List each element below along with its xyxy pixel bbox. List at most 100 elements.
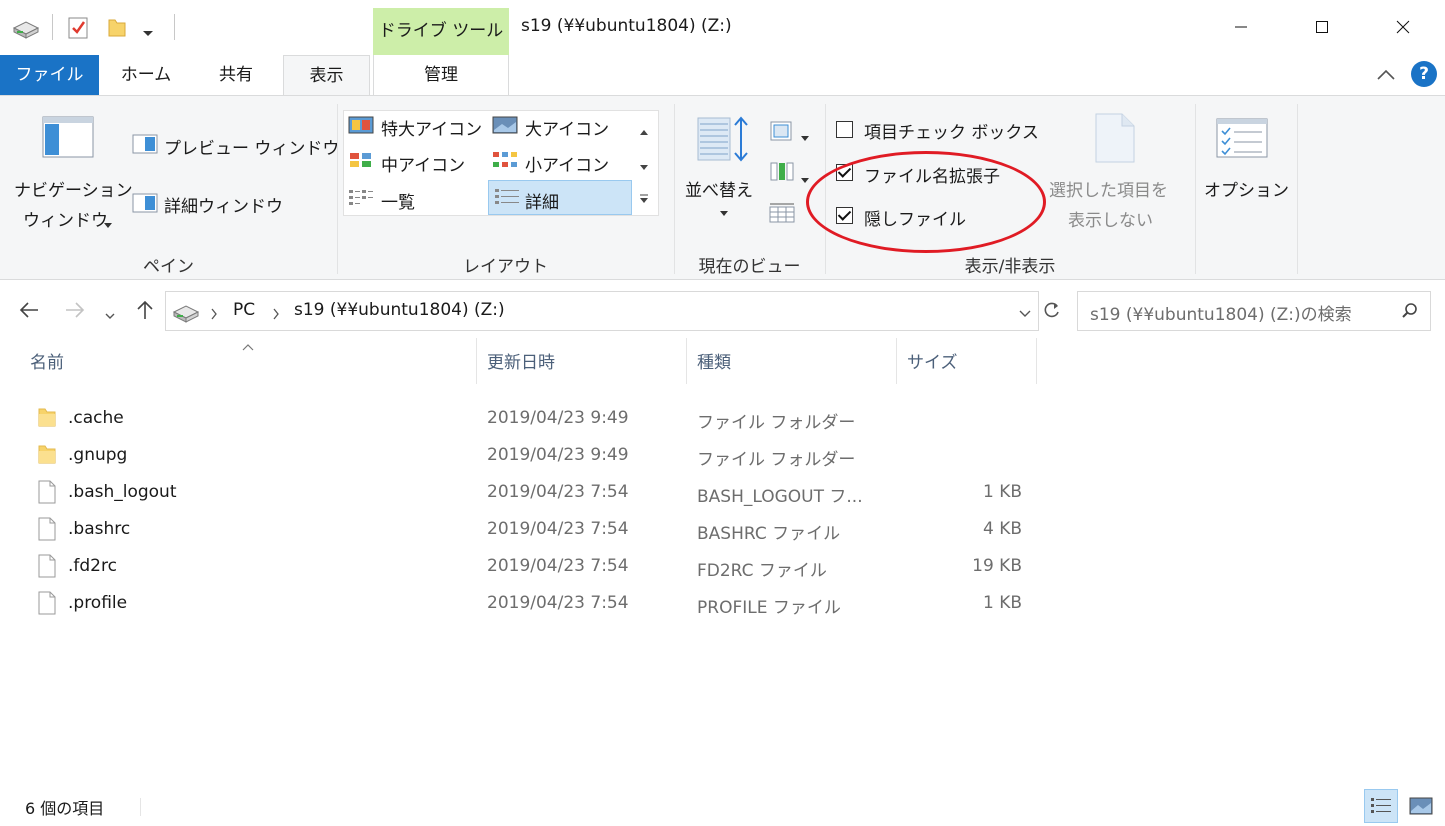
- group-separator: [337, 104, 338, 274]
- item-count: 6 個の項目: [25, 799, 105, 818]
- minimize-button[interactable]: [1218, 8, 1264, 46]
- sort-by-icon[interactable]: [697, 116, 749, 166]
- collapse-ribbon-button[interactable]: [1376, 67, 1396, 85]
- large-icons-button[interactable]: 大アイコン: [525, 115, 609, 140]
- file-size: 1 KB: [982, 482, 1022, 502]
- chevron-up-icon: [1377, 69, 1395, 80]
- tab-manage[interactable]: 管理: [373, 55, 509, 95]
- navigation-pane-label[interactable]: ナビゲーション: [14, 176, 133, 201]
- tab-view[interactable]: 表示: [283, 55, 370, 96]
- file-row[interactable]: .bash_logout 2019/04/23 7:54 BASH_LOGOUT フ…: [0, 474, 1040, 511]
- medium-icons-button[interactable]: 中アイコン: [381, 151, 465, 176]
- preview-pane-button[interactable]: プレビュー ウィンドウ: [164, 134, 339, 159]
- item-check-boxes-label[interactable]: 項目チェック ボックス: [864, 118, 1039, 143]
- group-label-show-hide: 表示/非表示: [964, 257, 1056, 277]
- file-date: 2019/04/23 7:54: [487, 593, 629, 613]
- search-placeholder: s19 (¥¥ubuntu1804) (Z:)の検索: [1090, 305, 1352, 325]
- file-row[interactable]: .gnupg 2019/04/23 9:49 ファイル フォルダー: [0, 437, 1040, 474]
- column-header-date[interactable]: 更新日時: [487, 348, 555, 373]
- group-by-icon[interactable]: [769, 120, 795, 146]
- file-name: .bashrc: [68, 519, 131, 539]
- forward-button[interactable]: [64, 300, 86, 324]
- up-button[interactable]: [134, 299, 156, 325]
- arrow-up-icon: [137, 300, 153, 319]
- close-button[interactable]: [1380, 8, 1426, 46]
- file-type: ファイル フォルダー: [697, 413, 856, 433]
- navigation-pane-label-2[interactable]: ウィンドウ: [23, 206, 108, 231]
- column-divider[interactable]: [686, 338, 687, 384]
- file-row[interactable]: .bashrc 2019/04/23 7:54 BASHRC ファイル 4 KB: [0, 511, 1040, 548]
- file-name: .bash_logout: [68, 482, 177, 502]
- column-divider[interactable]: [476, 338, 477, 384]
- tab-home[interactable]: ホーム: [106, 55, 186, 95]
- address-history-button[interactable]: [1018, 305, 1032, 323]
- list-view-button[interactable]: 一覧: [381, 188, 415, 213]
- breadcrumb-chevron-icon[interactable]: [272, 306, 280, 324]
- file-row[interactable]: .cache 2019/04/23 9:49 ファイル フォルダー: [0, 400, 1040, 437]
- large-icons-icon: [492, 116, 518, 138]
- column-divider[interactable]: [896, 338, 897, 384]
- file-icon: [37, 554, 57, 582]
- minimize-icon: [1235, 26, 1247, 28]
- annotation-circle: [806, 151, 1046, 253]
- file-type: BASH_LOGOUT フ...: [697, 487, 863, 507]
- maximize-button[interactable]: [1299, 8, 1345, 46]
- tab-file[interactable]: ファイル: [0, 55, 99, 95]
- new-folder-icon[interactable]: [106, 16, 128, 44]
- properties-icon[interactable]: [67, 16, 89, 44]
- details-view-button[interactable]: 詳細: [525, 188, 559, 213]
- sort-by-button[interactable]: 並べ替え: [685, 176, 753, 201]
- file-type: PROFILE ファイル: [697, 598, 841, 618]
- file-row[interactable]: .fd2rc 2019/04/23 7:54 FD2RC ファイル 19 KB: [0, 548, 1040, 585]
- details-pane-icon[interactable]: [132, 193, 158, 217]
- help-button[interactable]: ?: [1411, 61, 1437, 87]
- extra-large-icons-button[interactable]: 特大アイコン: [381, 115, 482, 140]
- column-header-type[interactable]: 種類: [697, 348, 731, 373]
- breadcrumb-drive[interactable]: s19 (¥¥ubuntu1804) (Z:): [294, 300, 505, 320]
- small-icons-icon: [492, 151, 518, 173]
- help-icon: ?: [1419, 64, 1429, 84]
- large-icons-view-toggle[interactable]: [1404, 789, 1438, 823]
- file-name: .fd2rc: [68, 556, 117, 576]
- preview-pane-icon[interactable]: [132, 134, 158, 158]
- extra-large-icons-icon: [348, 116, 374, 138]
- gallery-scroll-down-icon[interactable]: [639, 158, 649, 176]
- medium-icons-icon: [348, 151, 374, 173]
- item-check-boxes-checkbox[interactable]: [836, 121, 853, 138]
- sort-ascending-icon: [242, 337, 254, 355]
- folder-icon: [37, 443, 57, 469]
- search-button[interactable]: [1401, 302, 1419, 324]
- hide-selected-items-button[interactable]: 選択した項目を: [1049, 176, 1168, 201]
- ribbon-tabs: ファイル ホーム 共有 表示 管理 ?: [0, 55, 1445, 96]
- navigation-pane-icon[interactable]: [42, 116, 94, 162]
- gallery-scroll-up-icon[interactable]: [639, 122, 649, 140]
- tab-share[interactable]: 共有: [196, 55, 276, 95]
- details-view-icon: [494, 188, 520, 210]
- recent-locations-button[interactable]: [104, 306, 116, 324]
- file-row[interactable]: .profile 2019/04/23 7:54 PROFILE ファイル 1 KB: [0, 585, 1040, 622]
- quick-access-separator: [174, 14, 175, 40]
- column-header-size[interactable]: サイズ: [907, 348, 958, 373]
- breadcrumb-chevron-icon[interactable]: [210, 306, 218, 324]
- large-icons-icon: [1409, 797, 1433, 815]
- group-separator: [674, 104, 675, 274]
- details-pane-button[interactable]: 詳細ウィンドウ: [164, 192, 283, 217]
- status-bar: 6 個の項目: [0, 786, 1445, 826]
- add-columns-icon[interactable]: [769, 160, 795, 186]
- options-button[interactable]: オプション: [1204, 176, 1289, 201]
- gallery-expand-icon[interactable]: [639, 190, 649, 208]
- title-bar: ドライブ ツール s19 (¥¥ubuntu1804) (Z:): [0, 0, 1445, 55]
- options-icon[interactable]: [1216, 118, 1268, 162]
- hide-selected-items-button-2[interactable]: 表示しない: [1068, 206, 1153, 231]
- file-name: .profile: [68, 593, 128, 613]
- small-icons-button[interactable]: 小アイコン: [525, 151, 609, 176]
- column-header-name[interactable]: 名前: [30, 348, 64, 373]
- details-view-toggle[interactable]: [1364, 789, 1398, 823]
- refresh-button[interactable]: [1042, 300, 1062, 324]
- breadcrumb-pc[interactable]: PC: [233, 300, 255, 320]
- column-divider[interactable]: [1036, 338, 1037, 384]
- size-columns-to-fit-icon[interactable]: [769, 202, 795, 228]
- back-button[interactable]: [18, 300, 40, 324]
- customize-toolbar-chevron-icon[interactable]: [142, 24, 154, 42]
- search-icon: [1402, 303, 1417, 318]
